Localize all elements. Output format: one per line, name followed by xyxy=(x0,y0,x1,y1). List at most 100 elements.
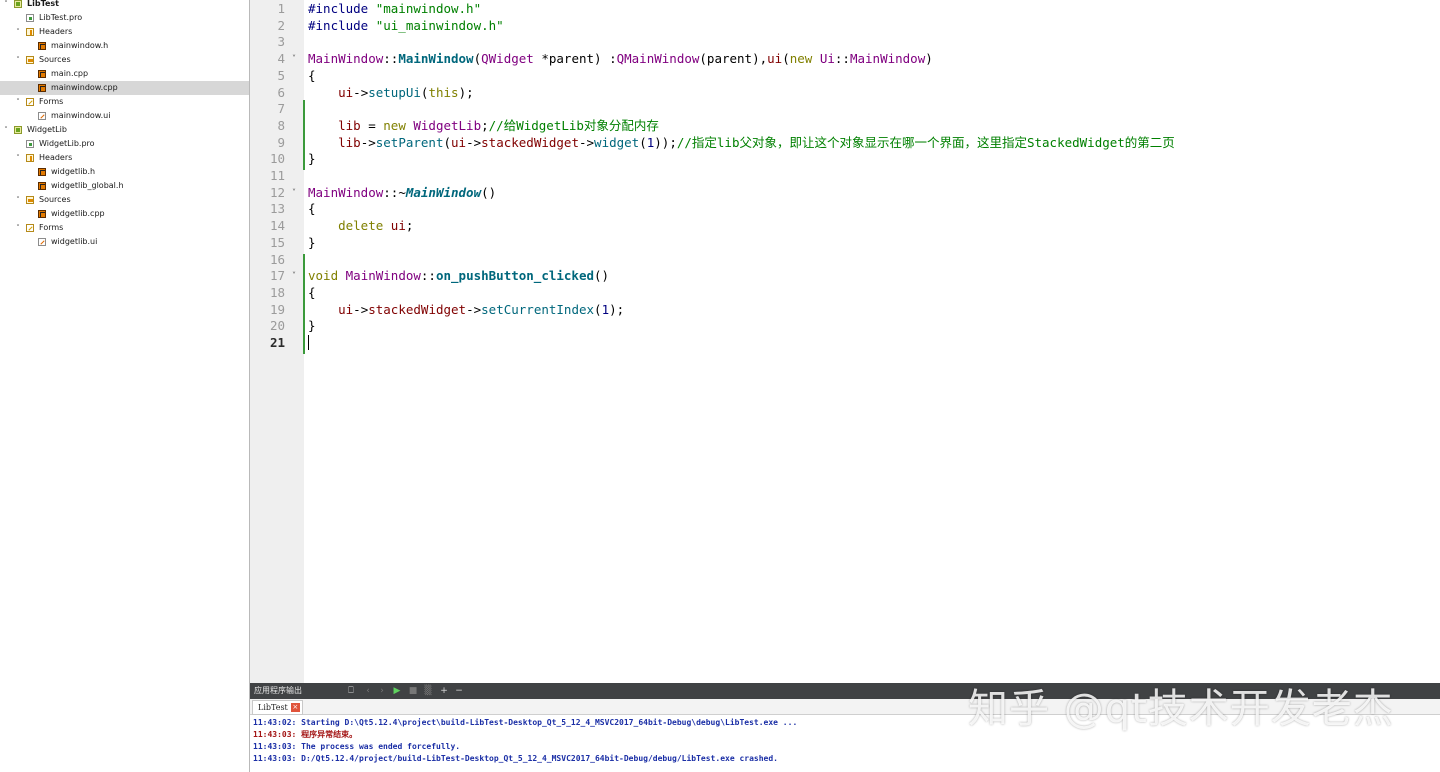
tree-item[interactable]: ˅ Headers xyxy=(0,25,249,39)
source-file-icon xyxy=(38,70,46,78)
chevron-down-icon[interactable]: ˅ xyxy=(14,193,22,207)
code-line: { xyxy=(308,285,316,301)
code-token: * xyxy=(533,51,549,67)
tree-item[interactable]: ˅ WidgetLib xyxy=(0,123,249,137)
tree-item[interactable]: ˅ Headers xyxy=(0,151,249,165)
tree-item[interactable]: ˅ Forms xyxy=(0,95,249,109)
code-token: lib xyxy=(338,134,361,150)
code-token: MainWindow xyxy=(308,184,384,200)
line-number: 5 xyxy=(277,67,285,83)
code-editor[interactable]: #include "mainwindow.h" #include "ui_main… xyxy=(305,0,1440,683)
code-token: WidgetLib xyxy=(413,117,482,133)
tree-item-label: widgetlib.ui xyxy=(51,237,98,246)
code-line: MainWindow::MainWindow(QWidget *parent) … xyxy=(308,51,933,67)
code-token: QMainWindow xyxy=(616,51,700,67)
tree-item[interactable]: ˅ Sources xyxy=(0,53,249,67)
watermark-text: 知乎 @qt技术开发老杰 xyxy=(968,686,1394,732)
code-token: MainWindow xyxy=(398,51,474,67)
code-token: () xyxy=(481,184,497,200)
chevron-down-icon[interactable]: ˅ xyxy=(14,221,22,235)
chevron-down-icon[interactable]: ˅ xyxy=(2,0,10,11)
code-token: ) : xyxy=(594,51,617,67)
fold-margin[interactable]: ˅ ˅ ˅ xyxy=(289,0,304,683)
tree-item-label: widgetlib.h xyxy=(51,167,96,176)
fold-toggle-icon[interactable]: ˅ xyxy=(292,185,296,201)
tree-item-label: Forms xyxy=(39,97,64,106)
tree-item[interactable]: widgetlib.cpp xyxy=(0,207,249,221)
tree-item[interactable]: widgetlib_global.h xyxy=(0,179,249,193)
chevron-down-icon[interactable]: ˅ xyxy=(14,151,22,165)
code-token: ui xyxy=(338,84,354,100)
chevron-down-icon[interactable]: ˅ xyxy=(14,25,22,39)
code-line: lib = new WidgetLib;//给WidgetLib对象分配内存 xyxy=(308,118,659,134)
code-token: this xyxy=(428,84,459,100)
code-token: MainWindow xyxy=(308,51,384,67)
attach-icon[interactable]: ⎕ xyxy=(346,683,356,699)
line-number: 11 xyxy=(269,168,285,183)
tree-item[interactable]: widgetlib.h xyxy=(0,165,249,179)
output-tab-libtest[interactable]: LibTest × xyxy=(252,700,303,715)
code-line: } xyxy=(308,318,316,334)
sources-folder-icon xyxy=(26,196,34,204)
next-icon[interactable]: › xyxy=(377,683,387,699)
chevron-down-icon[interactable]: ˅ xyxy=(14,95,22,109)
code-token: 1 xyxy=(601,301,610,317)
tree-item[interactable]: main.cpp xyxy=(0,67,249,81)
code-token: on_pushButton_clicked xyxy=(435,268,595,284)
code-token: MainWindow xyxy=(345,268,421,284)
stop-icon[interactable]: ■ xyxy=(408,683,418,699)
tree-item[interactable]: LibTest.pro xyxy=(0,11,249,25)
code-token: { xyxy=(308,201,316,217)
tree-item[interactable]: mainwindow.ui xyxy=(0,109,249,123)
code-token: )); xyxy=(654,134,677,150)
prev-icon[interactable]: ‹ xyxy=(363,683,373,699)
run-icon[interactable]: ▶ xyxy=(392,683,402,699)
tree-item[interactable]: mainwindow.cpp xyxy=(0,81,249,95)
close-icon[interactable]: × xyxy=(290,703,300,712)
fold-toggle-icon[interactable]: ˅ xyxy=(292,268,296,284)
code-line xyxy=(308,335,309,351)
code-token: Ui xyxy=(819,51,835,67)
chevron-down-icon[interactable]: ˅ xyxy=(14,53,22,67)
tree-item[interactable]: ˅ Forms xyxy=(0,221,249,235)
zoom-in-icon[interactable]: + xyxy=(439,683,449,699)
code-token: ( xyxy=(782,51,790,67)
forms-folder-icon xyxy=(26,98,34,106)
tree-item-label: Headers xyxy=(39,153,73,162)
tree-item[interactable]: mainwindow.h xyxy=(0,39,249,53)
line-number: 8 xyxy=(277,117,285,133)
ui-file-icon xyxy=(38,238,46,246)
fold-toggle-icon[interactable]: ˅ xyxy=(292,51,296,67)
source-file-icon xyxy=(38,84,46,92)
log-line: 11:43:02: Starting D:\Qt5.12.4\project\b… xyxy=(253,718,798,727)
tree-item[interactable]: WidgetLib.pro xyxy=(0,137,249,151)
code-token: ui xyxy=(767,51,783,67)
code-token: setCurrentIndex xyxy=(481,301,595,317)
tree-item[interactable]: ˅ Sources xyxy=(0,193,249,207)
code-token: (parent), xyxy=(699,51,768,67)
chevron-down-icon[interactable]: ˅ xyxy=(2,123,10,137)
debug-icon[interactable]: ▒ xyxy=(423,683,433,699)
project-tree[interactable]: ˅ LibTest LibTest.pro ˅ Headers mainwindow.h ˅… xyxy=(0,0,250,772)
code-token: -> xyxy=(578,134,595,150)
tree-item[interactable]: widgetlib.ui xyxy=(0,235,249,249)
tree-item-label: Forms xyxy=(39,223,64,232)
headers-folder-icon xyxy=(26,28,34,36)
line-number: 16 xyxy=(269,251,285,267)
code-token: setParent xyxy=(375,134,444,150)
line-number-gutter: 1 2 3 4 5 6 7 8 9 10 11 12 13 14 15 16 17 18 19 20 21 xyxy=(250,0,289,683)
zoom-out-icon[interactable]: − xyxy=(454,683,464,699)
tree-item-label: WidgetLib xyxy=(27,125,67,134)
code-token: MainWindow xyxy=(849,51,926,67)
code-token: MainWindow xyxy=(405,184,482,200)
tree-item[interactable]: ˅ LibTest xyxy=(0,0,249,11)
code-token: //指定lib父对象，即让这个对象显示在哪一个界面，这里指定StackedWid… xyxy=(676,134,1175,150)
source-file-icon xyxy=(38,210,46,218)
code-token: parent xyxy=(548,51,595,67)
code-line: #include "ui_mainwindow.h" xyxy=(308,18,504,34)
code-token: "mainwindow.h" xyxy=(375,1,482,16)
